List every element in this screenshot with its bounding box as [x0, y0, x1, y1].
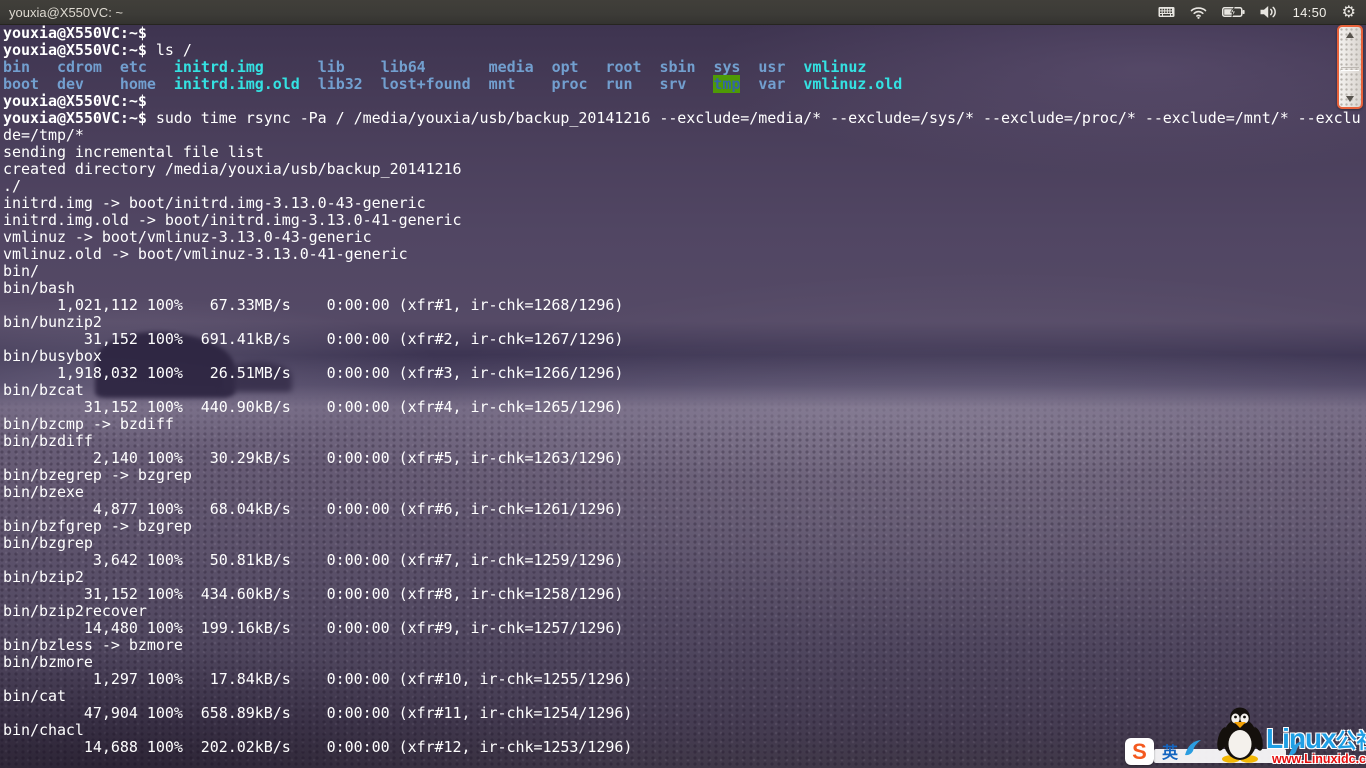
input-method-en-badge: 英 — [1158, 740, 1182, 762]
terminal-line: bin/bzip2 — [3, 569, 1361, 586]
tux-penguin-icon — [1210, 706, 1270, 768]
scroll-down-arrow-icon[interactable] — [1346, 96, 1354, 102]
terminal-line: initrd.img.old -> boot/initrd.img-3.13.0… — [3, 212, 1361, 229]
window-title: youxia@X550VC: ~ — [0, 5, 123, 20]
terminal-line: bin cdrom etc initrd.img lib lib64 media… — [3, 59, 1361, 76]
terminal-line: bin/bash — [3, 280, 1361, 297]
brand-text: Linux公社 — [1266, 723, 1366, 755]
scrollbar-groove — [1341, 67, 1359, 71]
sogou-s-badge: S — [1125, 738, 1154, 765]
terminal-line: 14,480 100% 199.16kB/s 0:00:00 (xfr#9, i… — [3, 620, 1361, 637]
terminal-line: vmlinuz.old -> boot/vmlinuz-3.13.0-41-ge… — [3, 246, 1361, 263]
terminal-line: 4,877 100% 68.04kB/s 0:00:00 (xfr#6, ir-… — [3, 501, 1361, 518]
terminal-line: 1,297 100% 17.84kB/s 0:00:00 (xfr#10, ir… — [3, 671, 1361, 688]
system-tray: 14:50 ⚙ — [1158, 4, 1366, 20]
terminal-line: 31,152 100% 440.90kB/s 0:00:00 (xfr#4, i… — [3, 399, 1361, 416]
terminal-line: bin/bzcat — [3, 382, 1361, 399]
volume-icon[interactable] — [1260, 5, 1278, 19]
desktop-screen: youxia@X550VC: ~ — [0, 0, 1366, 768]
terminal-line: 3,642 100% 50.81kB/s 0:00:00 (xfr#7, ir-… — [3, 552, 1361, 569]
terminal-line: bin/bzip2recover — [3, 603, 1361, 620]
terminal-line: 31,152 100% 691.41kB/s 0:00:00 (xfr#2, i… — [3, 331, 1361, 348]
blue-swoosh-icon — [1184, 737, 1210, 764]
terminal-line: youxia@X550VC:~$ sudo time rsync -Pa / /… — [3, 110, 1361, 127]
terminal-line: 1,918,032 100% 26.51MB/s 0:00:00 (xfr#3,… — [3, 365, 1361, 382]
brand-url: www.Linuxidc.com — [1272, 752, 1366, 766]
scrollbar[interactable] — [1337, 25, 1363, 109]
terminal-line: ./ — [3, 178, 1361, 195]
terminal-line: bin/bzcmp -> bzdiff — [3, 416, 1361, 433]
battery-charging-icon[interactable] — [1222, 6, 1245, 18]
terminal-line: created directory /media/youxia/usb/back… — [3, 161, 1361, 178]
keyboard-icon[interactable] — [1158, 6, 1175, 18]
terminal-line: youxia@X550VC:~$ ls / — [3, 42, 1361, 59]
top-panel: youxia@X550VC: ~ — [0, 0, 1366, 25]
terminal-line: youxia@X550VC:~$ — [3, 25, 1361, 42]
terminal-line: bin/bunzip2 — [3, 314, 1361, 331]
terminal-line: bin/bzless -> bzmore — [3, 637, 1361, 654]
wifi-icon[interactable] — [1190, 6, 1207, 19]
terminal-line: bin/bzegrep -> bzgrep — [3, 467, 1361, 484]
terminal-line: bin/bzgrep — [3, 535, 1361, 552]
terminal-line: bin/bzfgrep -> bzgrep — [3, 518, 1361, 535]
brand-cjk: 公社 — [1336, 730, 1366, 753]
terminal-line: boot dev home initrd.img.old lib32 lost+… — [3, 76, 1361, 93]
terminal-line: sending incremental file list — [3, 144, 1361, 161]
clock[interactable]: 14:50 — [1293, 5, 1327, 20]
terminal-line: bin/cat — [3, 688, 1361, 705]
s-badge-letter: S — [1132, 741, 1147, 763]
terminal-line: bin/bzmore — [3, 654, 1361, 671]
terminal-line: youxia@X550VC:~$ — [3, 93, 1361, 110]
en-badge-char: 英 — [1162, 739, 1178, 763]
terminal-line: bin/ — [3, 263, 1361, 280]
scroll-up-arrow-icon[interactable] — [1346, 32, 1354, 38]
terminal-line: 31,152 100% 434.60kB/s 0:00:00 (xfr#8, i… — [3, 586, 1361, 603]
terminal-line: bin/bzdiff — [3, 433, 1361, 450]
session-gear-icon[interactable]: ⚙ — [1342, 4, 1356, 20]
terminal-line: initrd.img -> boot/initrd.img-3.13.0-43-… — [3, 195, 1361, 212]
terminal-line: de=/tmp/* — [3, 127, 1361, 144]
terminal-line: bin/busybox — [3, 348, 1361, 365]
terminal-line: 1,021,112 100% 67.33MB/s 0:00:00 (xfr#1,… — [3, 297, 1361, 314]
terminal-line: vmlinuz -> boot/vmlinuz-3.13.0-43-generi… — [3, 229, 1361, 246]
terminal-line: 2,140 100% 30.29kB/s 0:00:00 (xfr#5, ir-… — [3, 450, 1361, 467]
terminal-output: youxia@X550VC:~$youxia@X550VC:~$ ls /bin… — [3, 25, 1361, 756]
linuxidc-watermark: S 英 — [1116, 710, 1366, 768]
terminal-line: bin/bzexe — [3, 484, 1361, 501]
